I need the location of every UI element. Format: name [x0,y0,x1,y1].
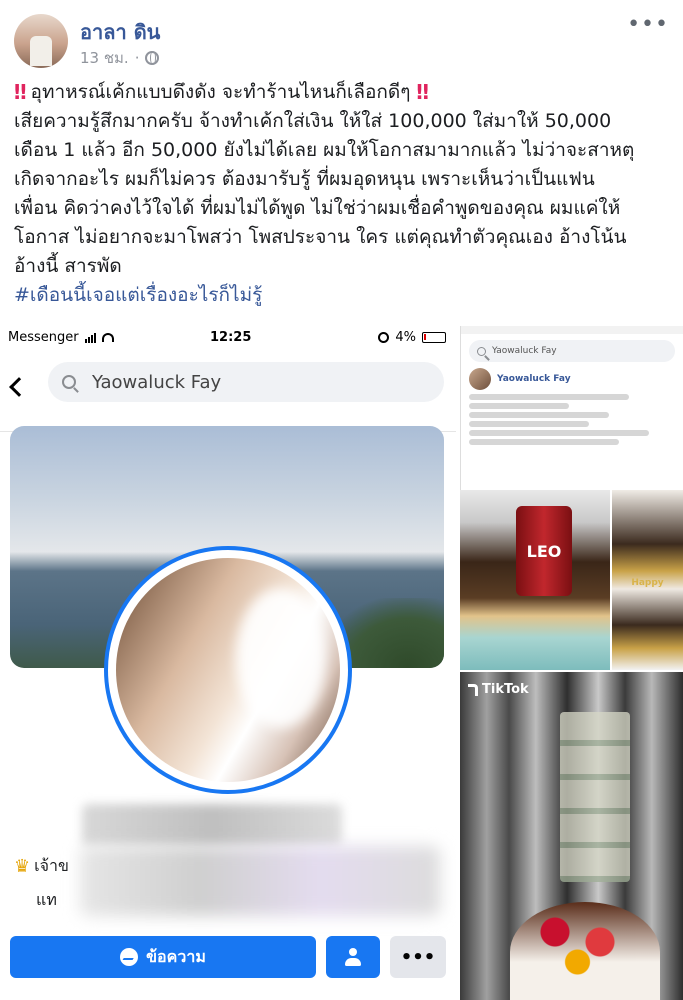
search-icon [62,375,76,389]
battery-icon [422,332,446,343]
mini-author-name: Yaowaluck Fay [497,374,571,384]
profile-picture-ring[interactable] [104,546,352,794]
post-line: เกิดจากอะไร ผมก็ไม่ควร ต้องมารับรู้ ที่ผ… [14,168,595,190]
mini-search-value: Yaowaluck Fay [492,346,557,356]
post-line: โอกาส ไม่อยากจะมาโพสว่า โพสประจาน ใคร แต… [14,226,627,248]
status-time: 12:25 [210,330,252,345]
search-row: Yaowaluck Fay [0,350,456,432]
post-meta: 13 ชม. · [80,46,160,70]
blurred-profile-name [82,804,342,846]
status-bar: Messenger 12:25 4% [0,326,456,350]
tiktok-note-icon [468,683,478,696]
profile-more-button[interactable]: ••• [390,936,446,978]
post-text: ‼ อุทาหรณ์เค้กแบบดึงดัง จะทำร้านไหนก็เลื… [14,78,674,310]
double-exclamation-icon: ‼ [416,80,428,104]
messenger-icon [120,948,139,966]
mini-text-line [469,412,609,418]
mini-text-line [469,421,589,427]
tiktok-logo: TikTok [468,682,529,697]
beer-can-label: LEO [526,542,562,561]
orientation-lock-icon [378,332,390,343]
post-line: เพื่อน คิดว่าคงไว้ใจได้ ที่ผมไม่ได้พูด ไ… [14,197,621,219]
fruit-cake-top [510,902,660,1000]
status-app: Messenger [8,330,114,345]
author-avatar[interactable] [14,14,68,68]
hashtag-link[interactable]: #เดือนนี้เจอแต่เรื่องอะไรก็ไม่รู้ [14,281,674,310]
more-options-icon[interactable]: ••• [627,12,669,37]
author-name[interactable]: อาลา ดิน [80,16,160,48]
globe-icon [145,51,160,65]
tiktok-label: TikTok [482,682,529,697]
status-right: 4% [378,330,446,345]
signal-icon [84,332,96,343]
mini-search-input: Yaowaluck Fay [469,340,675,362]
post-line: เดือน 1 แล้ว อีก 50,000 ยังไม่ได้เลย ผมใ… [14,139,635,161]
profile-actions: ข้อความ ••• [10,936,446,980]
battery-percent: 4% [395,330,416,345]
bio-line: ♛ เจ้าข [14,854,69,879]
search-icon [477,346,486,356]
cake-topper-text: Happy [631,578,664,588]
attached-photo-post-screenshot[interactable]: Yaowaluck Fay Yaowaluck Fay [460,326,683,490]
crown-icon: ♛ [14,856,31,877]
meta-separator: · [134,49,140,67]
mini-text-line [469,394,629,400]
message-button[interactable]: ข้อความ [10,936,316,978]
search-value: Yaowaluck Fay [92,371,222,393]
back-arrow-icon[interactable] [9,377,29,397]
mini-avatar [469,368,491,390]
bio-line-2: แท [36,890,57,909]
post-headline: ‼ อุทาหรณ์เค้กแบบดึงดัง จะทำร้านไหนก็เลื… [14,78,674,107]
double-exclamation-icon: ‼ [14,80,26,104]
person-icon [345,948,361,966]
mini-text-line [469,403,569,409]
post-time[interactable]: 13 ชม. [80,46,129,70]
mini-text-line [469,430,649,436]
mini-author: Yaowaluck Fay [469,368,675,390]
attached-photo-tiktok-cake[interactable]: TikTok [460,672,683,1000]
message-button-label: ข้อความ [146,946,206,966]
post-line: อ้างนี้ สารพัด [14,255,122,277]
bio-prefix: เจ้าข [34,856,69,875]
blurred-bio [80,846,440,916]
money-pull-strip [560,712,630,882]
status-app-name: Messenger [8,330,79,345]
headline-text: อุทาหรณ์เค้กแบบดึงดัง จะทำร้านไหนก็เลือก… [30,81,411,103]
post-header: อาลา ดิน 13 ชม. · ••• [14,10,669,70]
search-input[interactable]: Yaowaluck Fay [48,362,444,402]
friend-status-button[interactable] [326,936,380,978]
profile-picture [116,558,340,782]
wifi-icon [101,333,114,342]
attached-photo-cake-beer[interactable]: LEO [460,490,610,670]
mini-text-line [469,439,619,445]
attached-photo-profile-screenshot[interactable]: Messenger 12:25 4% Yaowaluck Fay ♛ เจ้าข… [0,326,456,1000]
mini-status-bar [461,326,683,334]
post-line: เสียความรู้สึกมากครับ จ้างทำเค้กใส่เงิน … [14,110,612,132]
